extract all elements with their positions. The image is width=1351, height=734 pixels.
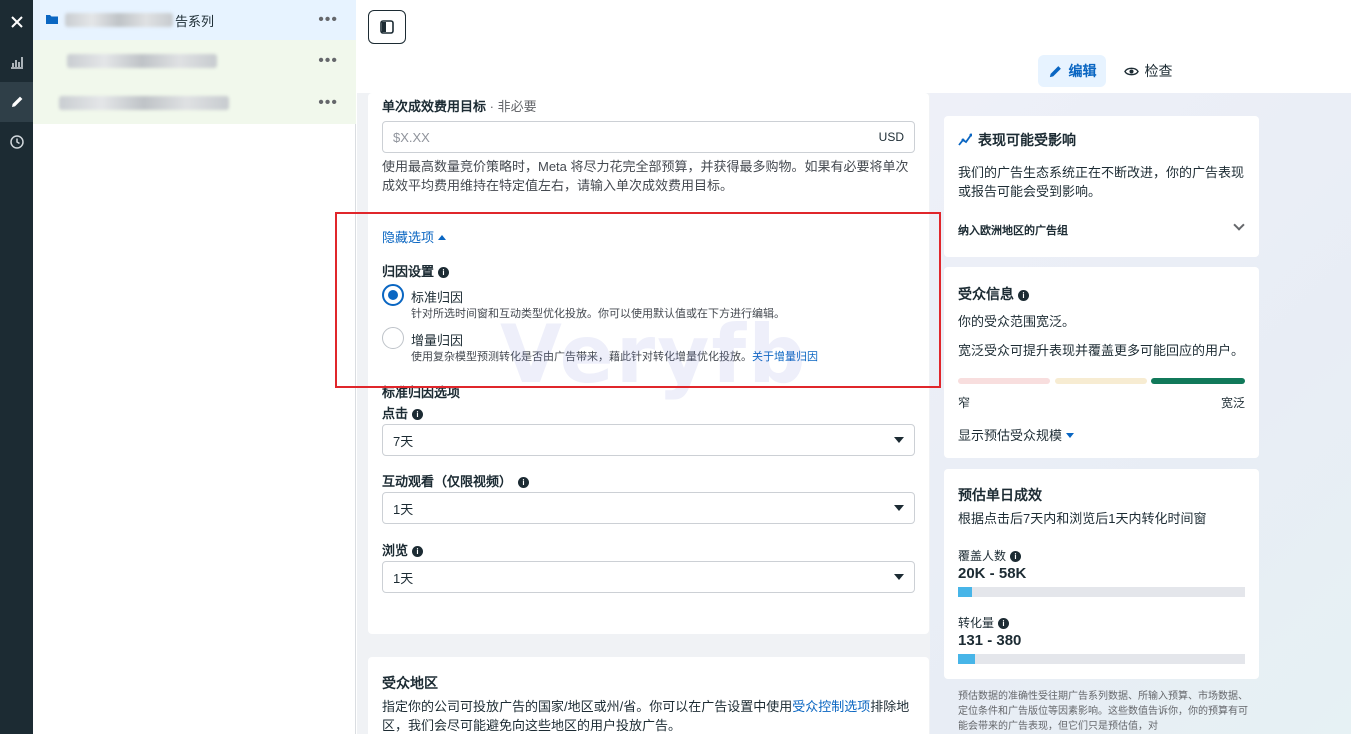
pencil-icon <box>1049 65 1061 77</box>
more-options-button[interactable]: ••• <box>318 52 338 70</box>
location-text-part1: 指定你的公司可投放广告的国家/地区或州/省。你可以在广告设置中使用 <box>382 699 793 714</box>
click-label: 点击 i <box>382 403 424 422</box>
audience-line1: 你的受众范围宽泛。 <box>958 314 1076 329</box>
conversions-bar <box>958 654 1245 664</box>
info-icon[interactable]: i <box>1010 551 1022 562</box>
edit-mode-button[interactable] <box>0 82 33 122</box>
tree-item-ad[interactable]: ••• <box>33 81 356 124</box>
view-label: 浏览 i <box>382 540 424 559</box>
info-icon[interactable]: i <box>412 546 424 557</box>
click-label-text: 点击 <box>382 406 409 421</box>
pencil-icon <box>11 96 22 107</box>
clock-icon <box>9 135 24 149</box>
redacted-name <box>59 95 229 110</box>
more-options-button[interactable]: ••• <box>318 94 338 112</box>
info-icon[interactable]: i <box>518 477 530 488</box>
eye-icon <box>1123 67 1139 75</box>
bar-chart-icon <box>10 57 23 69</box>
broad-label: 宽泛 <box>1220 396 1245 410</box>
currency-label: USD <box>878 130 904 144</box>
trend-icon <box>958 133 972 146</box>
eu-adsets-label[interactable]: 纳入欧洲地区的广告组 <box>958 222 1068 238</box>
annotation-highlight-box <box>335 212 941 388</box>
cost-goal-label-text: 单次成效费用目标 <box>382 99 487 114</box>
toggle-sidebar-button[interactable] <box>368 10 406 44</box>
caret-down-icon <box>894 437 904 443</box>
review-button[interactable]: 检查 <box>1116 55 1180 87</box>
edit-button[interactable]: 编辑 <box>1038 55 1106 87</box>
edit-label: 编辑 <box>1068 63 1097 79</box>
audience-title: 受众信息 <box>958 286 1014 302</box>
info-icon[interactable]: i <box>1018 290 1029 301</box>
daily-title: 预估单日成效 <box>958 487 1042 503</box>
view-window-select[interactable]: 1天 <box>382 561 915 593</box>
info-icon[interactable]: i <box>998 618 1010 629</box>
engaged-view-select[interactable]: 1天 <box>382 492 915 524</box>
chevron-down-icon[interactable] <box>1233 219 1245 231</box>
conversions-label-row: 转化量 i <box>958 614 1010 633</box>
audience-info-panel: 受众信息 i 你的受众范围宽泛。 宽泛受众可提升表现并覆盖更多可能回应的用户。 窄… <box>944 267 1259 458</box>
optional-text: · 非必要 <box>486 99 537 114</box>
show-size-text: 显示预估受众规模 <box>958 428 1063 443</box>
audience-meter-mid <box>1055 378 1147 384</box>
conversions-label: 转化量 <box>958 616 995 630</box>
reach-value: 20K - 58K <box>958 565 1027 582</box>
redacted-name <box>67 53 217 68</box>
caret-down-icon <box>1065 433 1074 438</box>
performance-title: 表现可能受影响 <box>978 132 1076 148</box>
tree-item-campaign[interactable]: 告系列 ••• <box>33 0 356 40</box>
audience-title-row: 受众信息 i <box>958 284 1029 304</box>
reach-label-row: 覆盖人数 i <box>958 547 1022 566</box>
cost-goal-help: 使用最高数量竞价策略时，Meta 将尽力花完全部预算，并获得最多购物。如果有必要… <box>382 159 909 193</box>
engaged-view-label: 互动观看（仅限视频） i <box>382 471 530 490</box>
click-window-value: 7天 <box>393 433 414 449</box>
caret-down-icon <box>894 505 904 511</box>
sidebar-toggle-icon <box>380 20 394 34</box>
engaged-view-value: 1天 <box>393 501 414 517</box>
campaign-tree: 告系列 ••• ••• ••• <box>33 0 356 734</box>
history-button[interactable] <box>0 122 33 162</box>
main-header <box>357 0 1351 93</box>
reach-bar <box>958 587 1245 597</box>
view-window-value: 1天 <box>393 570 414 586</box>
audience-line2: 宽泛受众可提升表现并覆盖更多可能回应的用户。 <box>958 343 1245 358</box>
narrow-label: 窄 <box>958 396 971 410</box>
daily-subtitle: 根据点击后7天内和浏览后1天内转化时间窗 <box>958 511 1207 526</box>
audience-controls-link[interactable]: 受众控制选项 <box>792 699 870 714</box>
reach-bar-fill <box>958 587 973 597</box>
location-text: 指定你的公司可投放广告的国家/地区或州/省。你可以在广告设置中使用受众控制选项排… <box>382 697 912 734</box>
caret-down-icon <box>894 574 904 580</box>
cost-goal-placeholder: $X.XX <box>393 129 430 145</box>
location-title: 受众地区 <box>382 675 438 691</box>
cost-goal-label: 单次成效费用目标 · 非必要 <box>382 96 537 115</box>
close-icon <box>10 16 23 28</box>
review-label: 检查 <box>1144 63 1173 79</box>
performance-notice-panel: 表现可能受影响 我们的广告生态系统正在不断改进，你的广告表现或报告可能会受到影响… <box>944 116 1259 257</box>
audience-meter-broad <box>1151 378 1245 384</box>
click-window-select[interactable]: 7天 <box>382 424 915 456</box>
performance-text: 我们的广告生态系统正在不断改进，你的广告表现或报告可能会受到影响。 <box>958 165 1245 199</box>
show-audience-size-link[interactable]: 显示预估受众规模 <box>958 426 1074 445</box>
view-label-text: 浏览 <box>382 543 409 558</box>
info-icon[interactable]: i <box>412 409 424 420</box>
more-options-button[interactable]: ••• <box>318 11 338 29</box>
reporting-button[interactable] <box>0 42 33 82</box>
close-button[interactable] <box>0 2 33 42</box>
daily-results-panel: 预估单日成效 根据点击后7天内和浏览后1天内转化时间窗 覆盖人数 i 20K - … <box>944 469 1259 679</box>
conversions-value: 131 - 380 <box>958 632 1022 649</box>
reach-label: 覆盖人数 <box>958 549 1007 563</box>
conversions-bar-fill <box>958 654 976 664</box>
redacted-name <box>65 13 173 27</box>
estimate-disclaimer: 预估数据的准确性受往期广告系列数据、所输入预算、市场数据、定位条件和广告版位等因… <box>958 691 1248 732</box>
engaged-view-label-text: 互动观看（仅限视频） <box>382 474 513 489</box>
audience-meter-narrow <box>958 378 1050 384</box>
tree-item-adset[interactable]: ••• <box>33 40 356 81</box>
tree-item-label: 告系列 <box>175 13 215 29</box>
folder-icon <box>45 12 59 29</box>
left-rail <box>0 0 33 734</box>
cost-goal-input[interactable]: $X.XX USD <box>382 121 915 153</box>
performance-title-row: 表现可能受影响 <box>958 130 1076 150</box>
